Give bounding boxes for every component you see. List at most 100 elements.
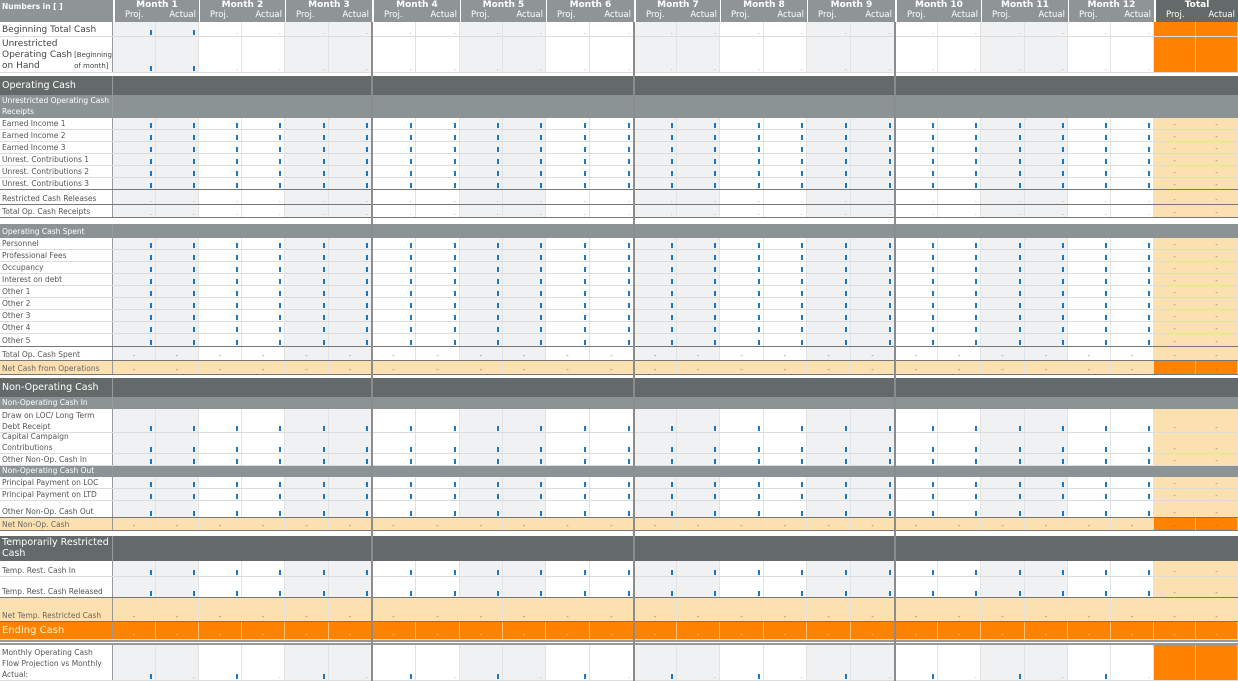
actual-cell[interactable] bbox=[590, 577, 634, 598]
proj-cell[interactable]: - bbox=[460, 598, 503, 622]
actual-cell[interactable] bbox=[764, 433, 807, 454]
actual-cell[interactable]: . bbox=[242, 37, 285, 73]
proj-cell[interactable]: . bbox=[285, 37, 329, 73]
proj-cell[interactable] bbox=[460, 577, 503, 598]
proj-cell[interactable] bbox=[546, 645, 590, 681]
proj-cell[interactable] bbox=[113, 577, 156, 598]
actual-cell[interactable]: - bbox=[1025, 361, 1068, 375]
actual-cell[interactable] bbox=[156, 37, 199, 73]
proj-cell[interactable]: . bbox=[460, 22, 503, 37]
actual-cell[interactable] bbox=[1025, 561, 1068, 577]
actual-cell[interactable] bbox=[416, 409, 460, 433]
actual-cell[interactable] bbox=[242, 433, 285, 454]
actual-cell[interactable]: - bbox=[329, 361, 372, 375]
actual-cell[interactable]: - bbox=[503, 361, 546, 375]
proj-cell[interactable] bbox=[546, 577, 590, 598]
proj-cell[interactable]: - bbox=[113, 622, 156, 640]
actual-cell[interactable]: - bbox=[1111, 347, 1154, 361]
proj-cell[interactable]: - bbox=[1068, 347, 1111, 361]
actual-cell[interactable]: - bbox=[764, 361, 807, 375]
proj-cell[interactable] bbox=[1068, 501, 1111, 518]
actual-cell[interactable]: - bbox=[851, 347, 895, 361]
actual-cell[interactable]: . bbox=[764, 190, 807, 205]
proj-cell[interactable] bbox=[199, 433, 242, 454]
proj-cell[interactable]: . bbox=[372, 190, 416, 205]
actual-cell[interactable]: . bbox=[503, 22, 546, 37]
proj-cell[interactable] bbox=[895, 433, 938, 454]
proj-cell[interactable] bbox=[634, 645, 677, 681]
actual-cell[interactable]: . bbox=[242, 22, 285, 37]
actual-cell[interactable]: - bbox=[1111, 598, 1154, 622]
actual-cell[interactable]: - bbox=[156, 361, 199, 375]
proj-cell[interactable]: - bbox=[981, 347, 1025, 361]
actual-cell[interactable]: - bbox=[156, 598, 199, 622]
proj-cell[interactable] bbox=[372, 577, 416, 598]
actual-cell[interactable] bbox=[242, 561, 285, 577]
proj-cell[interactable] bbox=[634, 409, 677, 433]
proj-cell[interactable]: - bbox=[372, 622, 416, 640]
proj-cell[interactable]: - bbox=[720, 347, 764, 361]
actual-cell[interactable]: - bbox=[764, 598, 807, 622]
actual-cell[interactable]: - bbox=[1111, 361, 1154, 375]
proj-cell[interactable]: - bbox=[895, 347, 938, 361]
actual-cell[interactable] bbox=[329, 561, 372, 577]
actual-cell[interactable] bbox=[242, 577, 285, 598]
proj-cell[interactable] bbox=[720, 645, 764, 681]
proj-cell[interactable]: - bbox=[1068, 361, 1111, 375]
actual-cell[interactable]: . bbox=[242, 190, 285, 205]
proj-cell[interactable]: - bbox=[807, 347, 851, 361]
proj-cell[interactable] bbox=[807, 409, 851, 433]
proj-cell[interactable]: . bbox=[460, 190, 503, 205]
actual-cell[interactable]: - bbox=[416, 347, 460, 361]
actual-cell[interactable]: . bbox=[1111, 37, 1154, 73]
proj-cell[interactable] bbox=[113, 37, 156, 73]
proj-cell[interactable]: - bbox=[199, 361, 242, 375]
proj-cell[interactable] bbox=[372, 409, 416, 433]
proj-cell[interactable] bbox=[634, 501, 677, 518]
actual-cell[interactable] bbox=[851, 501, 895, 518]
actual-cell[interactable]: . bbox=[590, 37, 634, 73]
actual-cell[interactable]: . bbox=[938, 22, 981, 37]
proj-cell[interactable]: . bbox=[981, 37, 1025, 73]
actual-cell[interactable]: . bbox=[156, 190, 199, 205]
proj-cell[interactable]: - bbox=[807, 598, 851, 622]
proj-cell[interactable]: - bbox=[113, 361, 156, 375]
proj-cell[interactable] bbox=[895, 561, 938, 577]
actual-cell[interactable]: . bbox=[938, 645, 981, 681]
actual-cell[interactable]: - bbox=[503, 347, 546, 361]
proj-cell[interactable]: . bbox=[807, 22, 851, 37]
proj-cell[interactable] bbox=[895, 501, 938, 518]
actual-cell[interactable]: . bbox=[677, 37, 720, 73]
actual-cell[interactable] bbox=[1025, 433, 1068, 454]
proj-cell[interactable] bbox=[113, 645, 156, 681]
actual-cell[interactable] bbox=[1111, 433, 1154, 454]
actual-cell[interactable]: - bbox=[329, 598, 372, 622]
proj-cell[interactable] bbox=[546, 561, 590, 577]
proj-cell[interactable]: . bbox=[720, 190, 764, 205]
actual-cell[interactable] bbox=[156, 577, 199, 598]
actual-cell[interactable]: - bbox=[590, 347, 634, 361]
actual-cell[interactable]: - bbox=[677, 347, 720, 361]
proj-cell[interactable]: . bbox=[113, 190, 156, 205]
proj-cell[interactable] bbox=[720, 577, 764, 598]
proj-cell[interactable]: . bbox=[634, 37, 677, 73]
actual-cell[interactable]: - bbox=[1111, 622, 1154, 640]
proj-cell[interactable]: - bbox=[634, 598, 677, 622]
actual-cell[interactable]: . bbox=[329, 645, 372, 681]
actual-cell[interactable]: - bbox=[1025, 347, 1068, 361]
proj-cell[interactable] bbox=[634, 561, 677, 577]
actual-cell[interactable] bbox=[329, 501, 372, 518]
proj-cell[interactable] bbox=[895, 645, 938, 681]
proj-cell[interactable]: - bbox=[460, 622, 503, 640]
actual-cell[interactable]: . bbox=[1025, 22, 1068, 37]
proj-cell[interactable] bbox=[113, 561, 156, 577]
proj-cell[interactable] bbox=[981, 561, 1025, 577]
proj-cell[interactable]: - bbox=[981, 598, 1025, 622]
actual-cell[interactable] bbox=[938, 409, 981, 433]
proj-cell[interactable] bbox=[285, 561, 329, 577]
actual-cell[interactable] bbox=[156, 433, 199, 454]
proj-cell[interactable] bbox=[807, 501, 851, 518]
actual-cell[interactable]: . bbox=[764, 22, 807, 37]
actual-cell[interactable] bbox=[503, 501, 546, 518]
proj-cell[interactable] bbox=[895, 577, 938, 598]
